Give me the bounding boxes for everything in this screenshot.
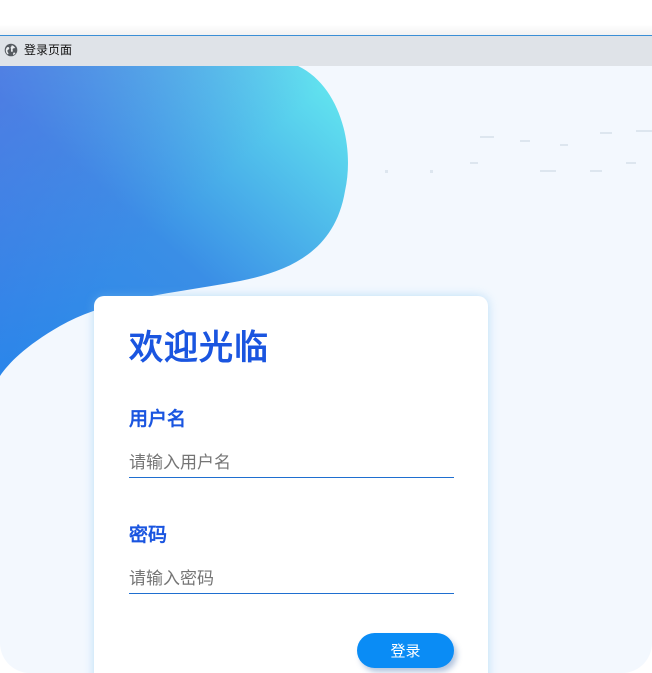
login-button[interactable]: 登录 xyxy=(357,633,454,668)
welcome-heading: 欢迎光临 xyxy=(129,328,269,368)
window-top-area xyxy=(0,0,652,35)
password-label: 密码 xyxy=(129,524,168,546)
title-bar: 登录页面 xyxy=(0,35,652,66)
password-input[interactable] xyxy=(129,565,454,594)
username-input[interactable] xyxy=(129,449,454,478)
globe-icon xyxy=(4,43,18,57)
login-card: 欢迎光临 用户名 密码 登录 xyxy=(94,296,488,673)
username-label: 用户名 xyxy=(129,408,187,430)
login-page-content: 欢迎光临 用户名 密码 登录 xyxy=(0,66,652,673)
page: 登录页面 欢迎光临 用户名 请输入用户名 密码 登录 xyxy=(0,0,652,673)
window-title: 登录页面 xyxy=(24,43,73,57)
